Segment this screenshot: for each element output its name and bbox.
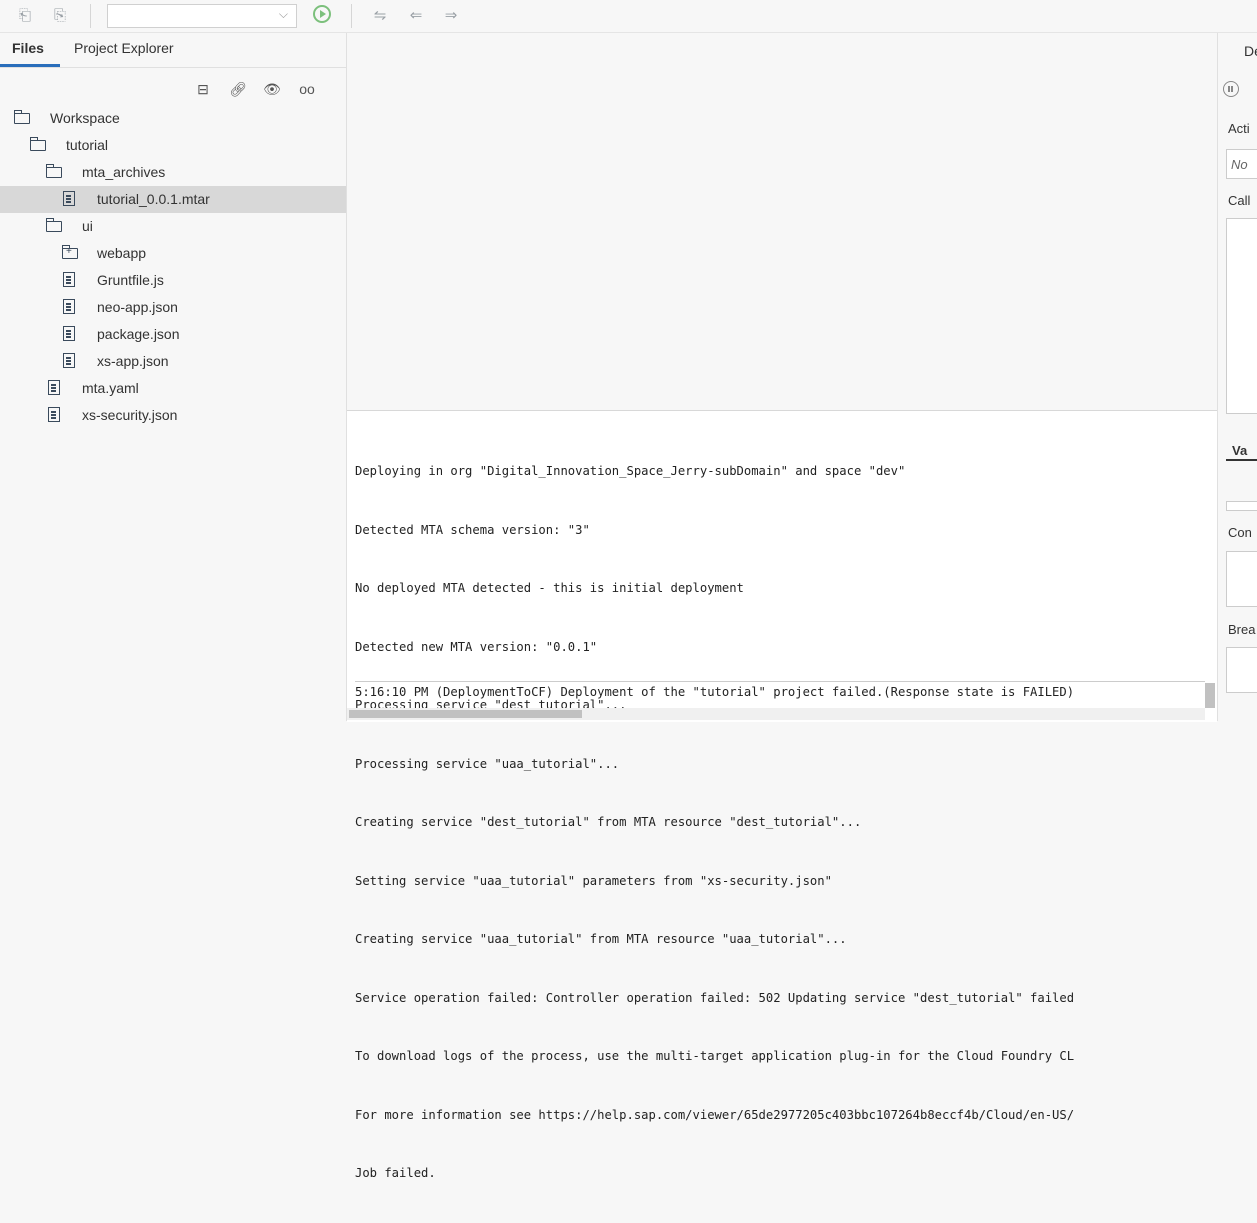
tree-item-label: Workspace <box>50 110 120 126</box>
breakpoints-label: Brea <box>1228 622 1256 637</box>
console-line: For more information see https://help.sa… <box>355 1107 1075 1122</box>
activity-label: Acti <box>1228 121 1250 136</box>
folder-open-icon <box>29 137 46 151</box>
active-tab-indicator <box>1226 459 1257 461</box>
tree-item-label: tutorial_0.0.1.mtar <box>97 191 210 207</box>
tab-debugger[interactable]: De <box>1244 43 1257 59</box>
call-stack-label: Call <box>1228 193 1251 208</box>
panel-tabs: Files Project Explorer <box>0 33 346 68</box>
file-icon <box>48 380 60 395</box>
console-divider <box>355 681 1205 682</box>
file-icon <box>48 407 60 422</box>
console-log: Deploying in org "Digital_Innovation_Spa… <box>355 423 1205 1223</box>
console-line: Setting service "uaa_tutorial" parameter… <box>355 873 832 888</box>
console-line: Service operation failed: Controller ope… <box>355 990 1075 1005</box>
collapse-all-icon[interactable]: ⎗ <box>15 6 35 26</box>
toolbar-divider <box>351 4 352 28</box>
horizontal-scroll-thumb[interactable] <box>349 710 582 718</box>
tree-item-xs-security[interactable]: xs-security.json <box>0 402 346 429</box>
link-icon[interactable]: 🔗︎ <box>228 79 248 99</box>
tree-item-xs-app[interactable]: xs-app.json <box>0 348 346 375</box>
file-icon <box>63 353 75 368</box>
tree-item-label: mta_archives <box>82 164 166 180</box>
active-tab-indicator <box>0 64 60 67</box>
chevron-down-icon: ⌵ <box>278 7 288 21</box>
tree-item-mta-yaml[interactable]: mta.yaml <box>0 375 346 402</box>
editor-area <box>347 33 1217 410</box>
tree-item-label: webapp <box>97 245 147 261</box>
file-icon <box>63 272 75 287</box>
back-icon[interactable]: ⇐ <box>406 6 426 26</box>
binoculars-icon[interactable]: oo <box>297 79 317 99</box>
tree-item-tutorial-mtar[interactable]: tutorial_0.0.1.mtar <box>0 186 346 213</box>
tree-item-mta-archives[interactable]: mta_archives <box>0 159 346 186</box>
folder-open-icon <box>45 164 62 178</box>
tree-item-neo-app[interactable]: neo-app.json <box>0 294 346 321</box>
console-panel: Deploying in org "Digital_Innovation_Spa… <box>347 410 1217 1180</box>
tree-toolbar: ⊟ 🔗︎ 👁︎ oo <box>0 79 346 99</box>
tab-variables[interactable]: Va <box>1232 443 1247 458</box>
package-folder-icon <box>61 245 78 259</box>
tree-item-package[interactable]: package.json <box>0 321 346 348</box>
tree-item-label: ui <box>82 218 93 234</box>
compare-icon[interactable]: ⇋ <box>370 6 390 26</box>
file-icon <box>63 326 75 341</box>
vertical-scrollbar[interactable] <box>1205 683 1215 708</box>
toolbar-divider <box>90 4 91 28</box>
console-box[interactable] <box>1226 551 1257 607</box>
expand-all-icon[interactable]: ⎘ <box>50 6 70 26</box>
tree-item-label: Gruntfile.js <box>97 272 164 288</box>
debugger-panel: De Acti No Call Va Con Brea <box>1217 33 1257 721</box>
run-configuration-select[interactable]: ⌵ <box>107 4 297 28</box>
call-stack-box[interactable] <box>1226 218 1257 414</box>
tree-item-webapp[interactable]: webapp <box>0 240 346 267</box>
tree-item-tutorial[interactable]: tutorial <box>0 132 346 159</box>
console-line: Detected MTA schema version: "3" <box>355 522 590 537</box>
file-icon <box>63 191 75 206</box>
console-line: Job failed. <box>355 1166 436 1180</box>
tree-item-ui[interactable]: ui <box>0 213 346 240</box>
console-label: Con <box>1228 525 1252 540</box>
folder-open-icon <box>13 110 30 124</box>
console-line: Deploying in org "Digital_Innovation_Spa… <box>355 464 906 478</box>
console-line: Creating service "dest_tutorial" from MT… <box>355 815 862 829</box>
console-status-line: 5:16:10 PM (DeploymentToCF) Deployment o… <box>355 685 1075 699</box>
console-line: Creating service "uaa_tutorial" from MTA… <box>355 932 847 946</box>
activity-field[interactable]: No <box>1226 149 1257 179</box>
forward-icon[interactable]: ⇒ <box>441 6 461 26</box>
console-line: No deployed MTA detected - this is initi… <box>355 581 744 595</box>
tab-project-explorer[interactable]: Project Explorer <box>74 40 174 56</box>
breakpoints-box[interactable] <box>1226 647 1257 693</box>
horizontal-scrollbar[interactable] <box>347 708 1205 720</box>
folder-open-icon <box>45 218 62 232</box>
activity-value: No <box>1231 157 1248 172</box>
tab-files[interactable]: Files <box>12 40 44 56</box>
collapse-tree-icon[interactable]: ⊟ <box>193 79 213 99</box>
tree-item-label: xs-security.json <box>82 407 178 423</box>
eye-icon[interactable]: 👁︎ <box>262 79 282 99</box>
tree-item-label: tutorial <box>66 137 109 153</box>
run-icon[interactable] <box>313 5 331 23</box>
tree-item-label: xs-app.json <box>97 353 169 369</box>
variables-box[interactable] <box>1226 501 1257 511</box>
console-line: Detected new MTA version: "0.0.1" <box>355 639 598 654</box>
tree-item-label: package.json <box>97 326 180 342</box>
pause-icon[interactable] <box>1223 81 1239 97</box>
console-line: To download logs of the process, use the… <box>355 1049 1075 1063</box>
file-icon <box>63 299 75 314</box>
top-toolbar: ⎗ ⎘ ⌵ ⇋ ⇐ ⇒ <box>0 0 1257 33</box>
tree-item-workspace[interactable]: Workspace <box>0 105 346 132</box>
tree-item-gruntfile[interactable]: Gruntfile.js <box>0 267 346 294</box>
console-line: Processing service "uaa_tutorial"... <box>355 756 620 771</box>
tree-item-label: mta.yaml <box>82 380 139 396</box>
files-panel: Files Project Explorer ⊟ 🔗︎ 👁︎ oo Worksp… <box>0 33 347 721</box>
tree-item-label: neo-app.json <box>97 299 178 315</box>
